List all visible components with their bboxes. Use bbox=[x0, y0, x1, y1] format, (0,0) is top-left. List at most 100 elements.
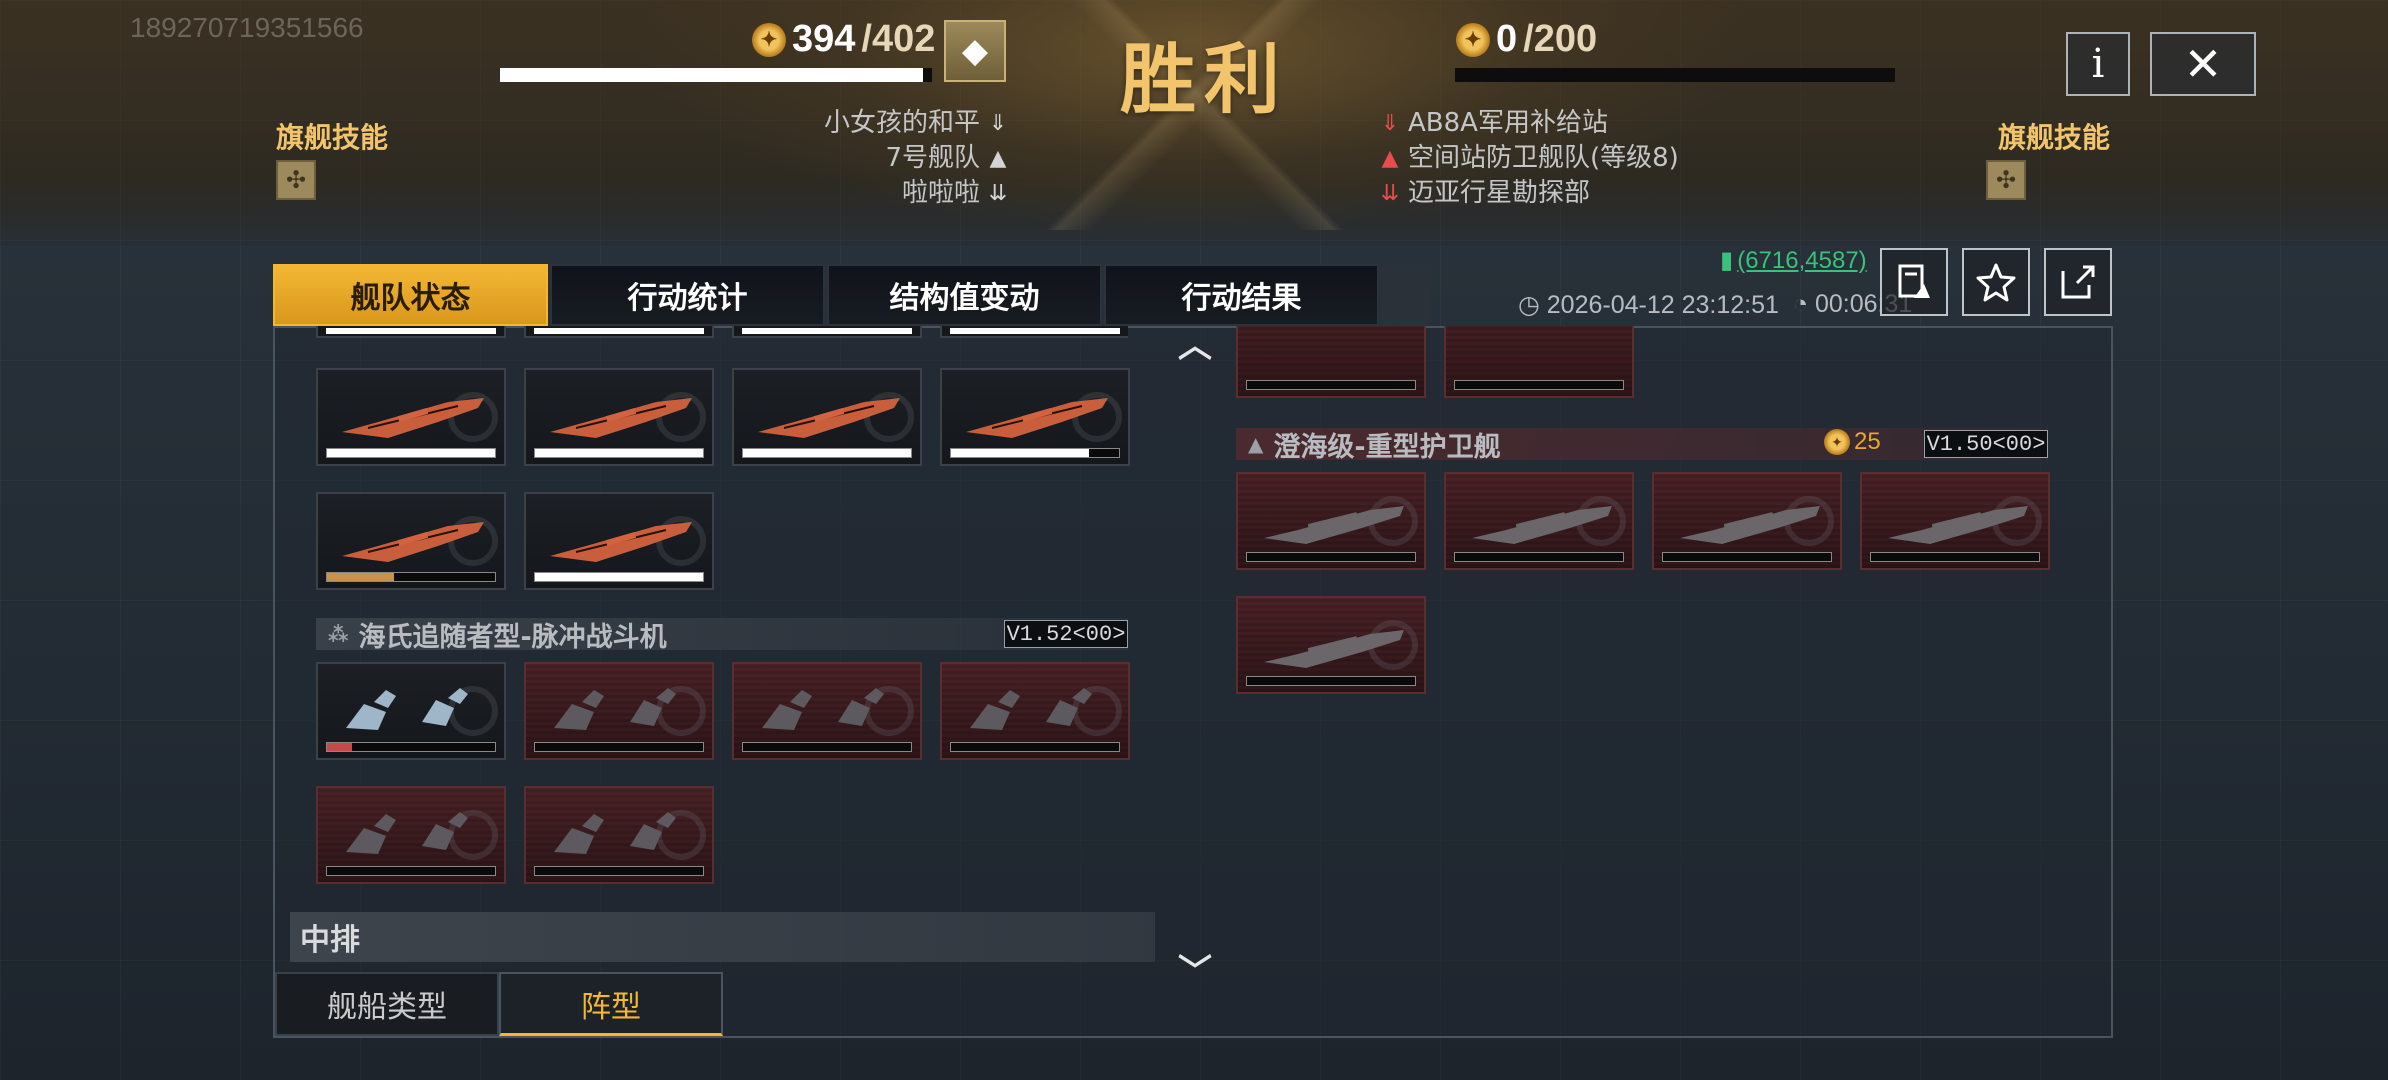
hp-bar bbox=[326, 448, 496, 458]
ship-card-destroyed[interactable] bbox=[524, 662, 714, 760]
hp-bar-fill bbox=[950, 328, 1120, 334]
share-button[interactable] bbox=[2044, 248, 2112, 316]
fighter-ship-icon bbox=[346, 812, 468, 854]
scroll-up-icon[interactable]: ︿ bbox=[1178, 318, 1212, 367]
hp-bar bbox=[1246, 552, 1416, 562]
right-score-current: 0 bbox=[1496, 18, 1518, 60]
hp-bar bbox=[534, 572, 704, 582]
right-fleet-list: ⇓ AB8A军用补给站 ▲ 空间站防卫舰队(等级8) ⇊ 迈亚行星勘探部 bbox=[1378, 106, 1679, 211]
left-score-bar bbox=[500, 68, 932, 82]
tab-ship-type[interactable]: 舰船类型 bbox=[275, 972, 499, 1036]
watermark: 189270719351566 bbox=[130, 12, 364, 43]
ship-card-partial bbox=[940, 326, 1128, 338]
scroll-down-icon[interactable]: ﹀ bbox=[1178, 944, 1212, 993]
ship-card-destroyed[interactable] bbox=[316, 786, 506, 884]
fleet-rank-icon: ⇊ bbox=[1380, 181, 1400, 206]
version-badge: V1.50<00> bbox=[1924, 430, 2048, 458]
heavy-frigate-icon bbox=[1264, 506, 1404, 544]
ship-card-partial bbox=[524, 326, 714, 338]
frigate-ship-icon bbox=[342, 398, 484, 438]
ship-card-partial bbox=[732, 326, 922, 338]
ship-card[interactable] bbox=[316, 662, 506, 760]
cutoff-card-row bbox=[316, 326, 1128, 338]
ship-card-destroyed[interactable] bbox=[1444, 472, 1634, 570]
ship-card-destroyed[interactable] bbox=[940, 662, 1130, 760]
ship-card[interactable] bbox=[316, 492, 506, 590]
location-coordinates: (6716,4587) bbox=[1737, 247, 1867, 274]
ship-card[interactable] bbox=[940, 368, 1130, 466]
fleet-rank-icon: ▲ bbox=[989, 146, 1007, 171]
hp-bar bbox=[1246, 380, 1416, 390]
info-button[interactable]: i bbox=[2066, 32, 2130, 96]
left-fleet-item: 小女孩的和平 ⇓ bbox=[824, 106, 1010, 141]
left-flagship-skill-icon[interactable]: ✣ bbox=[276, 160, 316, 200]
fleet-name: 啦啦啦 bbox=[901, 178, 980, 208]
ship-card[interactable] bbox=[524, 368, 714, 466]
close-button[interactable]: ✕ bbox=[2150, 32, 2256, 96]
fighter-ship-icon bbox=[346, 688, 468, 730]
heavy-frigate-icon bbox=[1888, 506, 2028, 544]
left-fleet-item: 7号舰队 ▲ bbox=[824, 141, 1010, 176]
timestamp: ◷ 2026-04-12 23:12:51 bbox=[1518, 290, 1779, 320]
close-icon: ✕ bbox=[2183, 37, 2223, 91]
tab-formation[interactable]: 阵型 bbox=[499, 972, 723, 1036]
gem-badge-icon[interactable]: ◆ bbox=[944, 20, 1006, 82]
ship-card-destroyed[interactable] bbox=[1236, 326, 1426, 398]
fighter-class-icon: ⁂ bbox=[328, 622, 349, 646]
frigate-ship-icon bbox=[342, 522, 484, 562]
ship-card-destroyed[interactable] bbox=[524, 786, 714, 884]
hp-bar-fill bbox=[534, 328, 704, 334]
left-score-bar-fill bbox=[500, 68, 924, 82]
fleet-name: 迈亚行星勘探部 bbox=[1408, 178, 1591, 208]
ship-card-destroyed[interactable] bbox=[1444, 326, 1634, 398]
ship-card-destroyed[interactable] bbox=[732, 662, 922, 760]
version-badge: V1.52<00> bbox=[1004, 620, 1128, 648]
hp-bar bbox=[742, 448, 912, 458]
tab-fleet-status[interactable]: 舰队状态 bbox=[273, 264, 548, 326]
coin-icon: ✦ bbox=[1824, 429, 1850, 455]
hp-bar bbox=[950, 742, 1120, 752]
hp-bar-fill bbox=[327, 573, 395, 581]
favorite-button[interactable] bbox=[1962, 248, 2030, 316]
hp-bar bbox=[534, 448, 704, 458]
tab-structure-change[interactable]: 结构值变动 bbox=[827, 264, 1102, 326]
victory-title: 胜利 bbox=[1120, 35, 1288, 124]
fighter-ship-icon bbox=[970, 688, 1092, 730]
hp-bar bbox=[1870, 552, 2040, 562]
report-button[interactable] bbox=[1880, 248, 1948, 316]
right-score-max: /200 bbox=[1523, 18, 1598, 60]
ship-card[interactable] bbox=[316, 368, 506, 466]
location-link[interactable]: ▮ (6716,4587) bbox=[1720, 246, 1867, 275]
tab-bar-tail bbox=[1381, 264, 1431, 326]
hp-bar-fill bbox=[742, 328, 912, 334]
left-fleet-item: 啦啦啦 ⇊ bbox=[824, 176, 1010, 211]
hp-bar-fill bbox=[327, 743, 353, 751]
coin-icon: ✦ bbox=[1456, 22, 1490, 57]
ship-card[interactable] bbox=[732, 368, 922, 466]
ship-card-destroyed[interactable] bbox=[1236, 596, 1426, 694]
ship-card[interactable] bbox=[524, 492, 714, 590]
right-score-bar bbox=[1455, 68, 1895, 82]
row-label: 中排 bbox=[290, 912, 1155, 962]
frigate-ship-icon bbox=[550, 398, 692, 438]
hp-bar bbox=[534, 742, 704, 752]
right-flagship-skill-label: 旗舰技能 bbox=[1998, 121, 2111, 154]
right-flagship-skill-icon[interactable]: ✣ bbox=[1986, 160, 2026, 200]
tab-action-stats[interactable]: 行动统计 bbox=[550, 264, 825, 326]
ship-card-destroyed[interactable] bbox=[1236, 472, 1426, 570]
right-fleet-item: ⇓ AB8A军用补给站 bbox=[1378, 106, 1679, 141]
hp-bar bbox=[1454, 552, 1624, 562]
hp-bar bbox=[1246, 676, 1416, 686]
hp-bar-fill bbox=[327, 449, 495, 457]
ship-card-destroyed[interactable] bbox=[1652, 472, 1842, 570]
bottom-tabs: 舰船类型 阵型 bbox=[275, 972, 723, 1036]
heavy-frigate-icon bbox=[1264, 630, 1404, 668]
tab-action-result[interactable]: 行动结果 bbox=[1104, 264, 1379, 326]
info-icon: i bbox=[2091, 41, 2105, 87]
section-title: 澄海级-重型护卫舰 bbox=[1273, 431, 1501, 463]
cost-value: 25 bbox=[1854, 428, 1881, 455]
right-fleet-item: ▲ 空间站防卫舰队(等级8) bbox=[1378, 141, 1679, 176]
left-flagship-skill-label: 旗舰技能 bbox=[276, 121, 389, 154]
map-pin-icon: ▮ bbox=[1720, 247, 1734, 274]
ship-card-destroyed[interactable] bbox=[1860, 472, 2050, 570]
